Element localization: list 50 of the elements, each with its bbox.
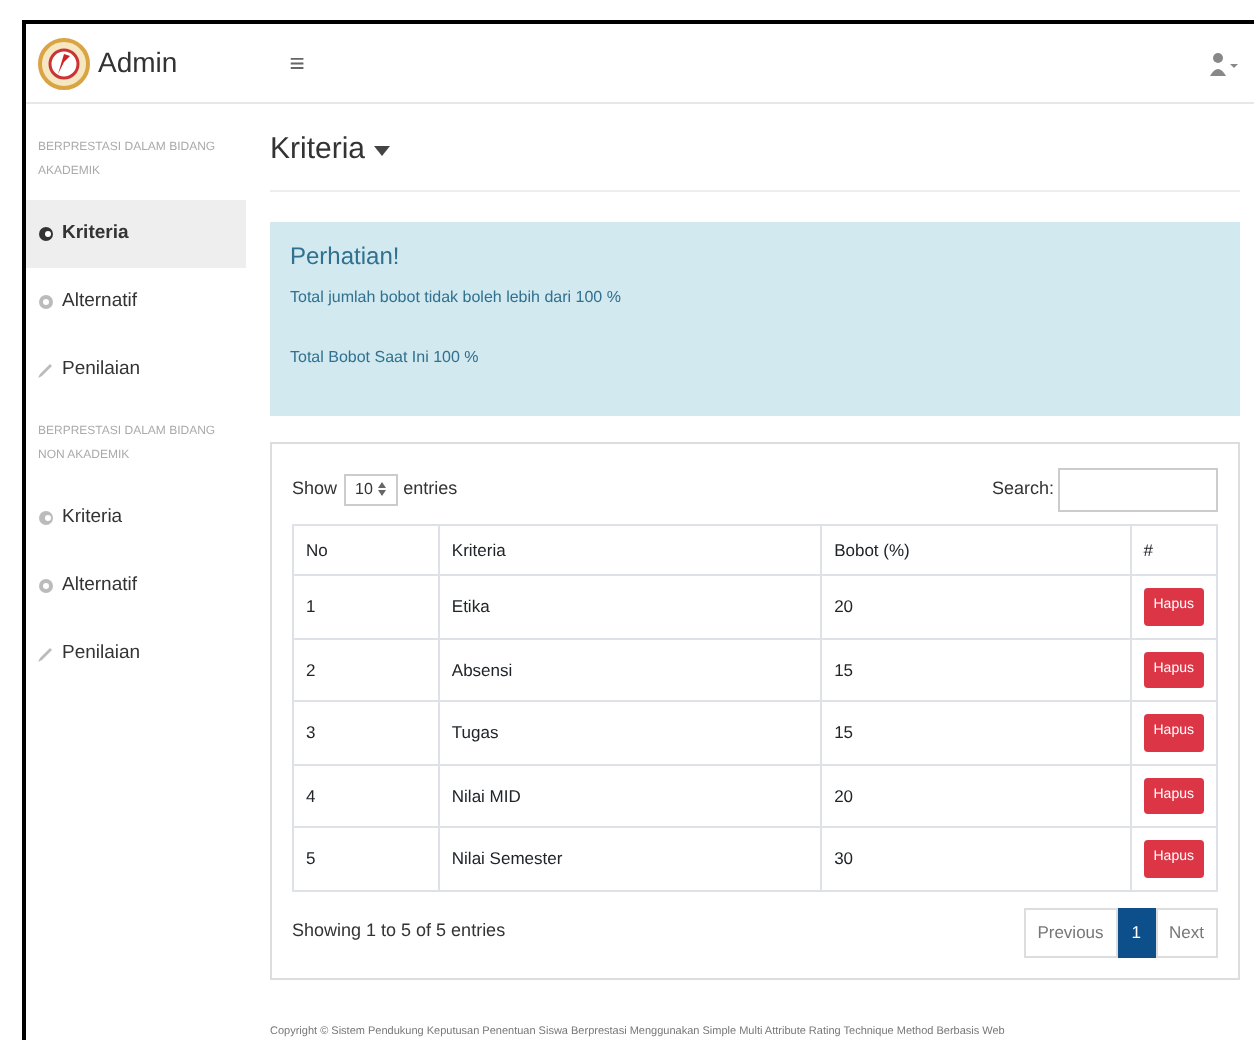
page-button[interactable]: Previous bbox=[1023, 907, 1118, 957]
column-header[interactable]: No bbox=[293, 524, 439, 576]
column-header[interactable]: # bbox=[1130, 524, 1217, 576]
table-cell: 1 bbox=[293, 575, 439, 639]
show-label: Show bbox=[292, 475, 338, 502]
table-info: Showing 1 to 5 of 5 entries bbox=[292, 918, 506, 945]
page-button[interactable]: 1 bbox=[1117, 907, 1156, 957]
sidebar-item[interactable]: Alternatif bbox=[26, 552, 246, 620]
entries-label: entries bbox=[403, 475, 458, 502]
updown-icon bbox=[377, 481, 386, 496]
circle-icon bbox=[38, 510, 54, 526]
menu-toggle[interactable]: ≡ bbox=[289, 43, 305, 83]
column-header[interactable]: Kriteria bbox=[438, 524, 822, 576]
table-cell: 20 bbox=[821, 575, 1131, 639]
circle-icon bbox=[38, 226, 54, 242]
table-cell: Tugas bbox=[438, 701, 822, 765]
sidebar-item[interactable]: Penilaian bbox=[26, 620, 246, 688]
table-cell: 2 bbox=[293, 638, 439, 702]
pencil-icon bbox=[38, 646, 54, 662]
column-header[interactable]: Bobot (%) bbox=[821, 524, 1131, 576]
sidebar-item[interactable]: Kriteria bbox=[26, 484, 246, 552]
circle-icon bbox=[38, 294, 54, 310]
brand-name[interactable]: Admin bbox=[98, 42, 178, 84]
table-cell: 5 bbox=[293, 827, 439, 891]
page-size-select[interactable]: 10 bbox=[343, 473, 398, 505]
alert-text: Total jumlah bobot tidak boleh lebih dari 100 % bbox=[290, 285, 623, 309]
table-cell: Etika bbox=[438, 575, 822, 639]
alert-title: Perhatian! bbox=[290, 239, 402, 273]
alert-text: Total Bobot Saat Ini 100 % bbox=[290, 345, 481, 369]
caret-icon[interactable] bbox=[373, 145, 390, 156]
search-field[interactable] bbox=[1058, 467, 1218, 511]
circle-icon bbox=[38, 578, 54, 594]
table-cell: Absensi bbox=[438, 638, 822, 702]
sidebar-item[interactable]: Penilaian bbox=[26, 336, 246, 404]
table-cell: Nilai Semester bbox=[438, 827, 822, 891]
table-cell: 20 bbox=[821, 764, 1131, 828]
table-cell: 3 bbox=[293, 701, 439, 765]
sidebar-item[interactable]: Kriteria bbox=[26, 200, 246, 268]
search-label: Search: bbox=[991, 475, 1054, 502]
user-icon[interactable] bbox=[1210, 51, 1238, 75]
page-title[interactable]: Kriteria bbox=[270, 132, 366, 166]
logo-icon bbox=[38, 37, 90, 89]
table-cell: Nilai MID bbox=[438, 764, 822, 828]
sidebar-item[interactable]: Alternatif bbox=[26, 268, 246, 336]
page-button[interactable]: Next bbox=[1155, 907, 1218, 957]
table-cell: 15 bbox=[821, 701, 1131, 765]
pencil-icon bbox=[38, 362, 54, 378]
table-cell: 4 bbox=[293, 764, 439, 828]
table-cell: 15 bbox=[821, 638, 1131, 702]
table-cell: 30 bbox=[821, 827, 1131, 891]
